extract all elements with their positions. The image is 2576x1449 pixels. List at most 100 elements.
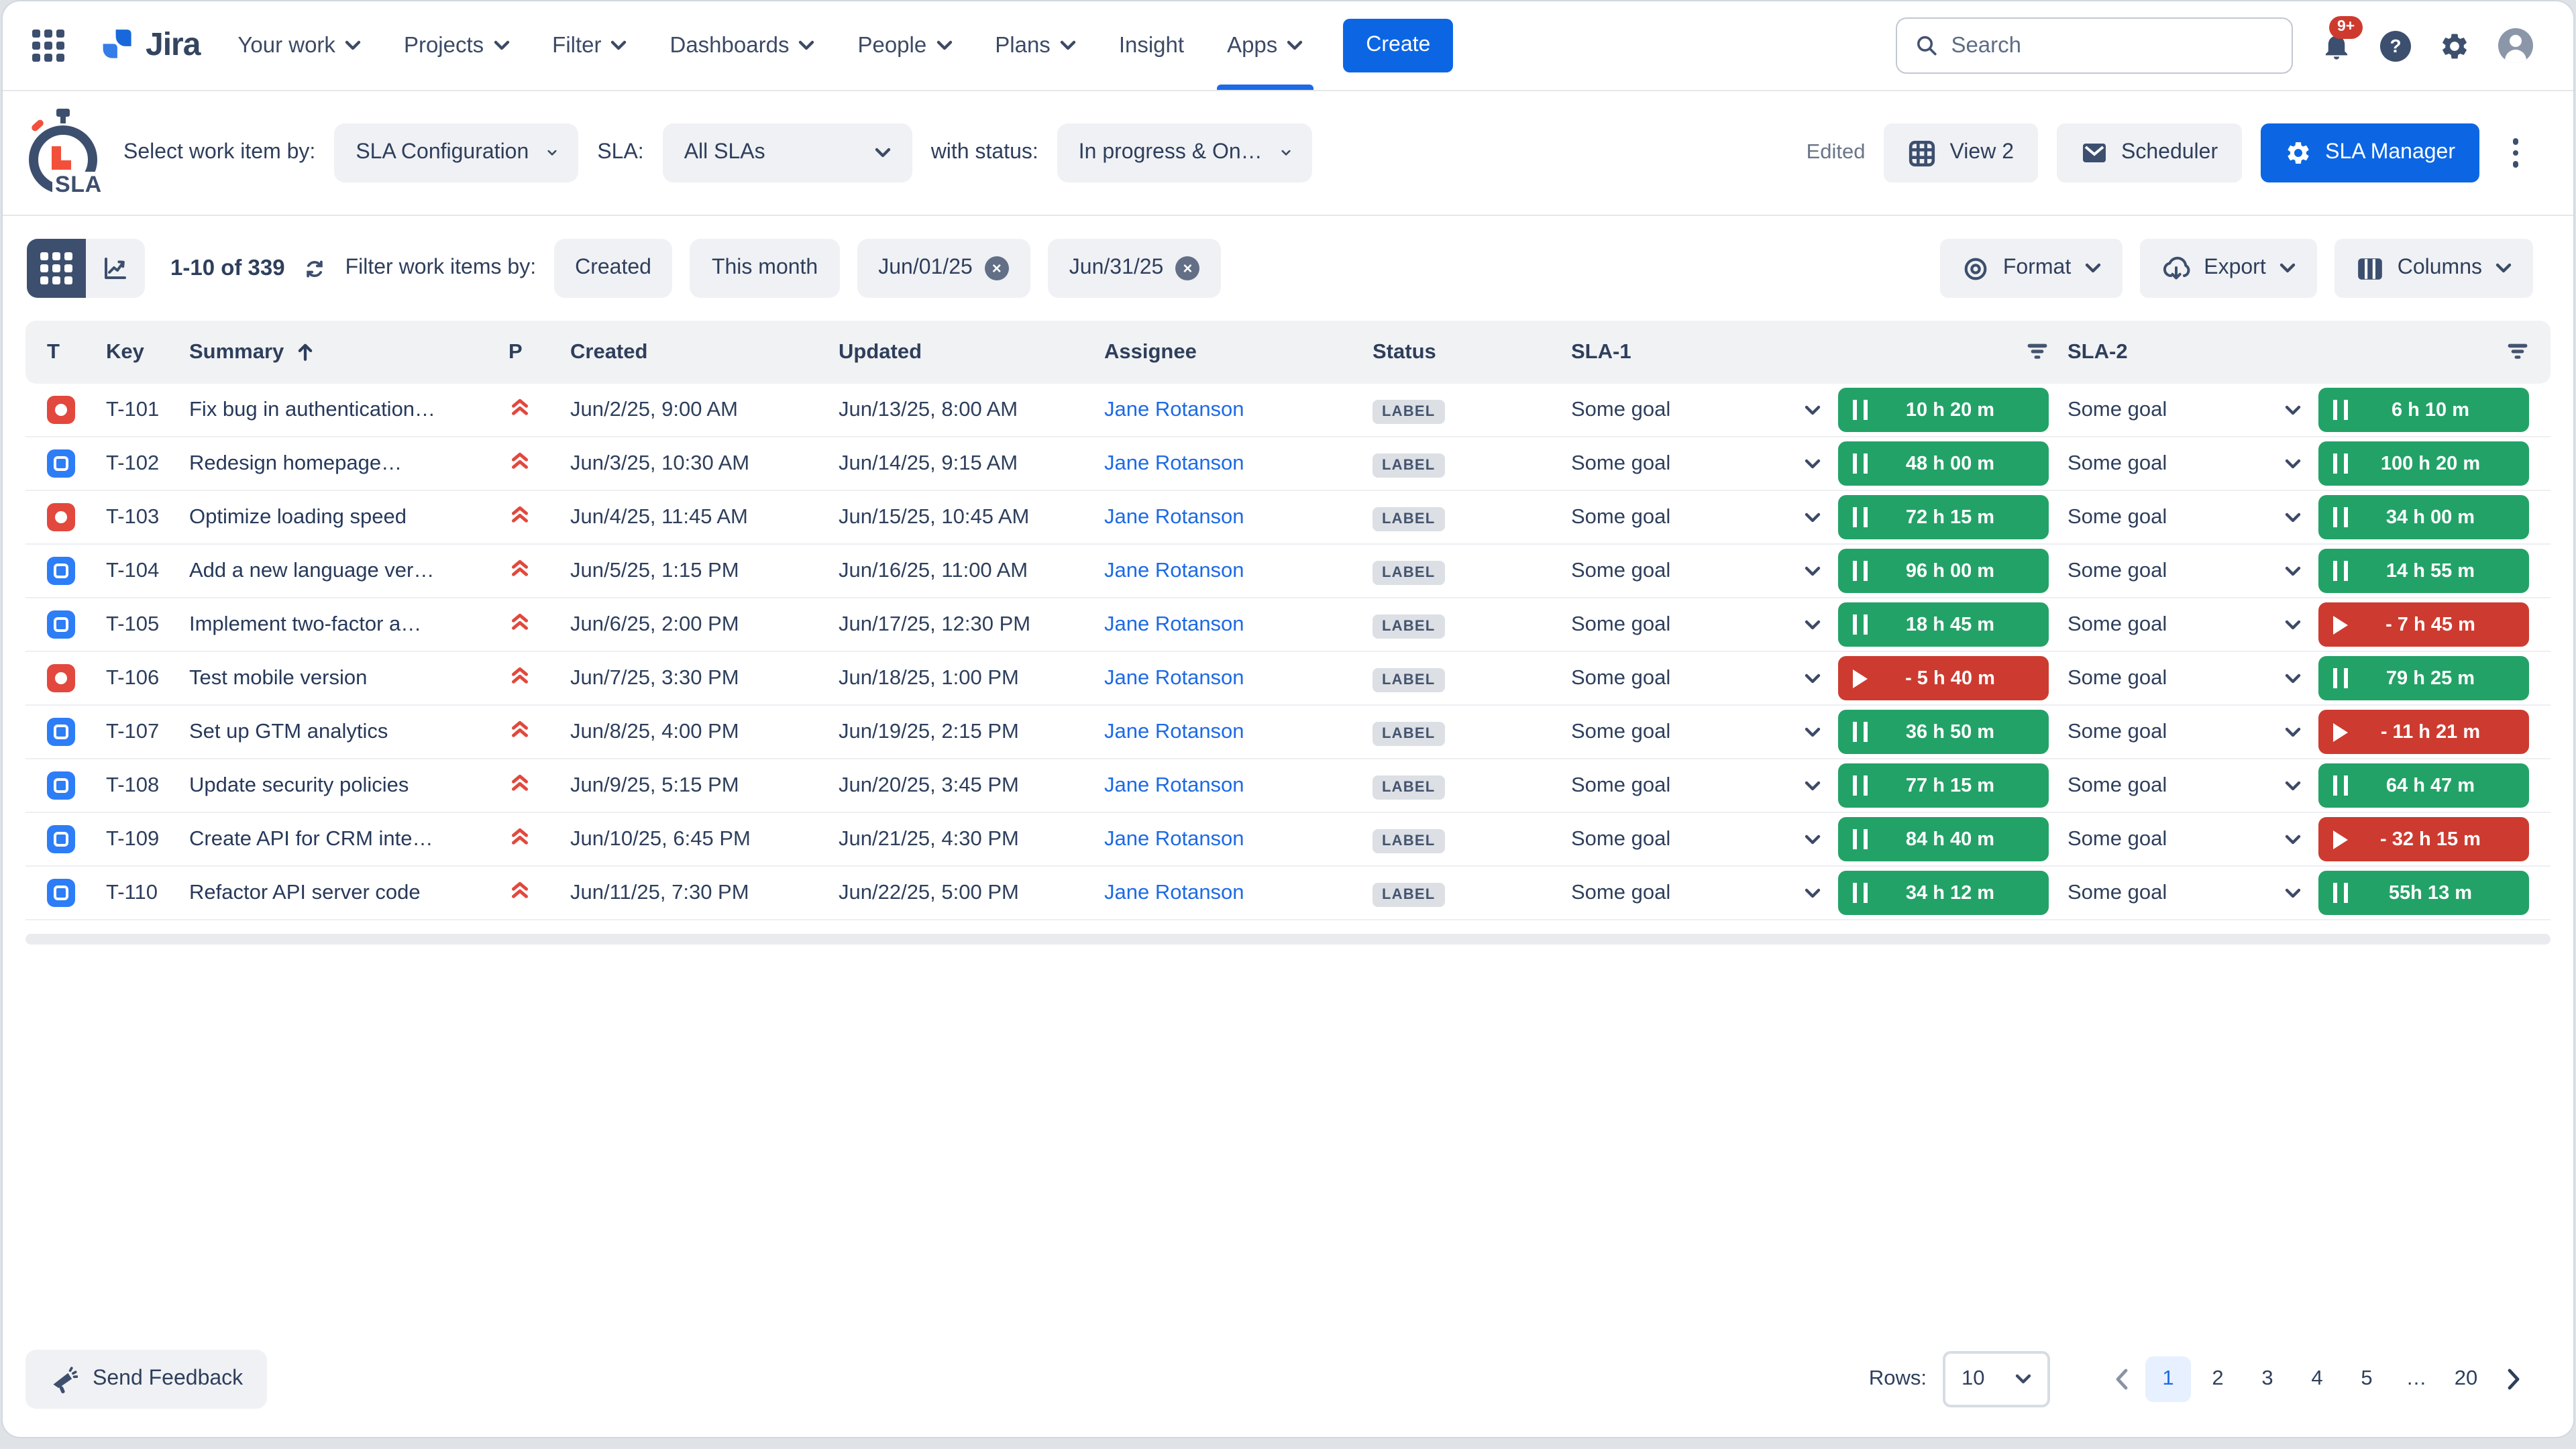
chevron-down-icon[interactable]	[1805, 566, 1821, 576]
work-item-summary[interactable]: Test mobile version	[189, 666, 508, 690]
chevron-down-icon[interactable]	[1805, 458, 1821, 469]
filter-funnel-icon[interactable]	[2506, 341, 2529, 364]
settings-button[interactable]	[2439, 30, 2470, 61]
header-status[interactable]: Status	[1373, 340, 1571, 364]
chevron-down-icon[interactable]	[2285, 834, 2301, 845]
send-feedback-button[interactable]: Send Feedback	[25, 1350, 267, 1409]
remove-chip-icon[interactable]: ×	[985, 256, 1009, 280]
table-row-t-106[interactable]: T-106 Test mobile version Jun/7/25, 3:30…	[25, 652, 2551, 706]
app-switcher-icon[interactable]	[32, 30, 64, 62]
assignee-link[interactable]: Jane Rotanson	[1104, 720, 1244, 743]
table-row-t-102[interactable]: T-102 Redesign homepage… Jun/3/25, 10:30…	[25, 437, 2551, 491]
jira-logo[interactable]: Jira	[99, 27, 200, 64]
page-button-1[interactable]: 1	[2145, 1356, 2191, 1402]
assignee-link[interactable]: Jane Rotanson	[1104, 612, 1244, 635]
create-button[interactable]: Create	[1343, 19, 1453, 72]
header-summary[interactable]: Summary	[189, 340, 508, 364]
header-sla2[interactable]: SLA-2	[2068, 340, 2529, 364]
page-prev-icon[interactable]	[2101, 1356, 2141, 1402]
export-button[interactable]: Export	[2139, 239, 2317, 298]
work-item-summary[interactable]: Optimize loading speed	[189, 505, 508, 529]
search-box[interactable]	[1896, 17, 2293, 74]
chevron-down-icon[interactable]	[2285, 619, 2301, 630]
table-row-t-109[interactable]: T-109 Create API for CRM inte… Jun/10/25…	[25, 813, 2551, 867]
page-button-5[interactable]: 5	[2344, 1356, 2390, 1402]
assignee-link[interactable]: Jane Rotanson	[1104, 398, 1244, 421]
status-dropdown[interactable]: In progress & On…	[1057, 123, 1312, 182]
nav-item-insight[interactable]: Insight	[1097, 1, 1205, 90]
work-item-summary[interactable]: Redesign homepage…	[189, 451, 508, 476]
assignee-link[interactable]: Jane Rotanson	[1104, 505, 1244, 528]
page-next-icon[interactable]	[2493, 1356, 2533, 1402]
header-priority[interactable]: P	[508, 340, 570, 364]
refresh-icon[interactable]	[303, 256, 328, 281]
table-row-t-105[interactable]: T-105 Implement two-factor a… Jun/6/25, …	[25, 598, 2551, 652]
chevron-down-icon[interactable]	[1805, 888, 1821, 898]
table-row-t-101[interactable]: T-101 Fix bug in authentication… Jun/2/2…	[25, 384, 2551, 437]
chevron-down-icon[interactable]	[2285, 405, 2301, 415]
chevron-down-icon[interactable]	[1805, 512, 1821, 523]
nav-item-apps[interactable]: Apps	[1205, 1, 1324, 90]
chevron-down-icon[interactable]	[2285, 673, 2301, 684]
table-row-t-107[interactable]: T-107 Set up GTM analytics Jun/8/25, 4:0…	[25, 706, 2551, 759]
filter-chip-created[interactable]: Created	[553, 239, 673, 298]
nav-item-people[interactable]: People	[836, 1, 973, 90]
rows-per-page-select[interactable]: 10	[1943, 1351, 2050, 1407]
notifications-button[interactable]: 9+	[2321, 30, 2352, 61]
work-item-summary[interactable]: Create API for CRM inte…	[189, 827, 508, 851]
view-2-button[interactable]: View 2	[1884, 123, 2038, 182]
scheduler-button[interactable]: Scheduler	[2057, 123, 2242, 182]
filter-funnel-icon[interactable]	[2026, 341, 2049, 364]
nav-item-projects[interactable]: Projects	[382, 1, 531, 90]
header-updated[interactable]: Updated	[839, 340, 1104, 364]
chevron-down-icon[interactable]	[2285, 780, 2301, 791]
sla-dropdown[interactable]: All SLAs	[663, 123, 912, 182]
sla-manager-button[interactable]: SLA Manager	[2261, 123, 2479, 182]
work-item-summary[interactable]: Fix bug in authentication…	[189, 398, 508, 422]
header-sla1[interactable]: SLA-1	[1571, 340, 2068, 364]
kebab-menu-icon[interactable]	[2498, 123, 2533, 182]
chevron-down-icon[interactable]	[2285, 566, 2301, 576]
filter-chip-jun-01-25[interactable]: Jun/01/25 ×	[857, 239, 1030, 298]
chevron-down-icon[interactable]	[1805, 834, 1821, 845]
table-row-t-103[interactable]: T-103 Optimize loading speed Jun/4/25, 1…	[25, 491, 2551, 545]
work-item-summary[interactable]: Set up GTM analytics	[189, 720, 508, 744]
chevron-down-icon[interactable]	[1805, 405, 1821, 415]
work-item-summary[interactable]: Add a new language ver…	[189, 559, 508, 583]
chevron-down-icon[interactable]	[1805, 780, 1821, 791]
format-button[interactable]: Format	[1940, 239, 2122, 298]
chevron-down-icon[interactable]	[2285, 888, 2301, 898]
table-row-t-108[interactable]: T-108 Update security policies Jun/9/25,…	[25, 759, 2551, 813]
assignee-link[interactable]: Jane Rotanson	[1104, 451, 1244, 474]
nav-item-filter[interactable]: Filter	[531, 1, 648, 90]
horizontal-scrollbar[interactable]	[25, 934, 2551, 945]
nav-item-dashboards[interactable]: Dashboards	[649, 1, 837, 90]
page-button-20[interactable]: 20	[2443, 1356, 2489, 1402]
header-assignee[interactable]: Assignee	[1104, 340, 1373, 364]
remove-chip-icon[interactable]: ×	[1175, 256, 1199, 280]
assignee-link[interactable]: Jane Rotanson	[1104, 827, 1244, 850]
assignee-link[interactable]: Jane Rotanson	[1104, 881, 1244, 904]
nav-item-plans[interactable]: Plans	[973, 1, 1097, 90]
chevron-down-icon[interactable]	[1805, 619, 1821, 630]
filter-chip-jun-31-25[interactable]: Jun/31/25 ×	[1048, 239, 1222, 298]
assignee-link[interactable]: Jane Rotanson	[1104, 559, 1244, 582]
chevron-down-icon[interactable]	[2285, 512, 2301, 523]
chevron-down-icon[interactable]	[2285, 727, 2301, 737]
grid-view-button[interactable]	[27, 239, 86, 298]
page-button-2[interactable]: 2	[2195, 1356, 2241, 1402]
work-item-by-dropdown[interactable]: SLA Configuration	[334, 123, 578, 182]
chevron-down-icon[interactable]	[1805, 673, 1821, 684]
work-item-summary[interactable]: Update security policies	[189, 773, 508, 798]
table-row-t-104[interactable]: T-104 Add a new language ver… Jun/5/25, …	[25, 545, 2551, 598]
assignee-link[interactable]: Jane Rotanson	[1104, 666, 1244, 689]
page-button-4[interactable]: 4	[2294, 1356, 2340, 1402]
chart-view-button[interactable]	[86, 239, 145, 298]
filter-chip-this-month[interactable]: This month	[690, 239, 839, 298]
nav-item-your-work[interactable]: Your work	[216, 1, 382, 90]
page-button-3[interactable]: 3	[2245, 1356, 2290, 1402]
chevron-down-icon[interactable]	[2285, 458, 2301, 469]
header-type[interactable]: T	[47, 340, 106, 364]
chevron-down-icon[interactable]	[1805, 727, 1821, 737]
header-created[interactable]: Created	[570, 340, 839, 364]
